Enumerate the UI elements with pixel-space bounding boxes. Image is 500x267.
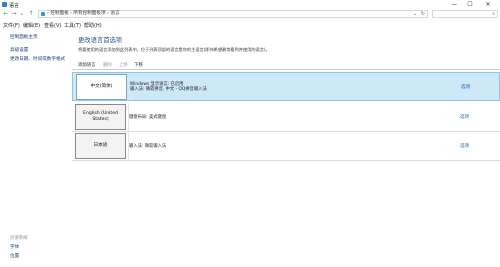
recent-locations-chevron-icon[interactable]: ⌄ bbox=[18, 10, 26, 18]
language-row-japanese[interactable]: 日本語 输入法: 微软输入法 选项 bbox=[72, 132, 500, 161]
language-app-icon bbox=[2, 2, 7, 7]
language-details: Windows 显示语言: 已启用 输入法: 微软拼音, 中文 - QQ拼音输入… bbox=[130, 82, 207, 92]
options-link[interactable]: 选项 bbox=[460, 143, 469, 149]
options-link[interactable]: 选项 bbox=[461, 84, 470, 90]
minimize-button[interactable]: — bbox=[447, 0, 461, 9]
sidebar-link-date-time-format[interactable]: 更改日期、时间或数字格式 bbox=[10, 56, 65, 62]
maximize-button[interactable]: ☐ bbox=[463, 0, 477, 9]
sidebar-link-control-panel-home[interactable]: 控制面板主页 bbox=[10, 34, 38, 40]
sidebar-link-location[interactable]: 位置 bbox=[10, 253, 19, 259]
close-button[interactable]: ✕ bbox=[481, 0, 495, 9]
chevron-down-icon[interactable]: ⌄ bbox=[413, 11, 417, 17]
language-details: 键盘布局: 美式键盘 bbox=[129, 115, 166, 120]
language-toolbar: 添加语言 删除 上移 下移 bbox=[72, 60, 500, 70]
main-panel: 更改语言首选项 将要使用的语言添加到此列表中。位于列表顶部的语言是你的主语言(即… bbox=[72, 30, 500, 267]
sidebar-link-advanced-settings[interactable]: 高级设置 bbox=[10, 47, 28, 53]
sidebar: 控制面板主页 高级设置 更改日期、时间或数字格式 另请参阅 字体 位置 bbox=[0, 30, 72, 267]
page-title: 更改语言首选项 bbox=[78, 37, 123, 44]
sidebar-link-fonts[interactable]: 字体 bbox=[10, 244, 19, 250]
language-tile[interactable]: 中文(简体) bbox=[76, 74, 127, 100]
page-description: 将要使用的语言添加到此列表中。位于列表顶部的语言是你的主语言(即你希望最常看到并… bbox=[78, 47, 270, 52]
language-detail-line: 输入法: 微软拼音, 中文 - QQ拼音输入法 bbox=[130, 87, 207, 92]
move-down-button[interactable]: 下移 bbox=[134, 62, 143, 68]
see-also-heading: 另请参阅 bbox=[10, 236, 28, 241]
refresh-icon[interactable]: ↻ bbox=[421, 11, 425, 17]
control-panel-icon bbox=[41, 12, 45, 16]
language-detail-line: 输入法: 微软输入法 bbox=[129, 144, 167, 149]
menu-view[interactable]: 查看(V) bbox=[44, 22, 61, 29]
up-arrow-icon[interactable]: ↑ bbox=[27, 10, 35, 18]
language-details: 输入法: 微软输入法 bbox=[129, 144, 166, 149]
remove-button[interactable]: 删除 bbox=[103, 62, 112, 68]
add-language-button[interactable]: 添加语言 bbox=[78, 62, 96, 68]
menu-bar: 文件(F) 编辑(E) 查看(V) 工具(T) 帮助(H) bbox=[0, 20, 500, 29]
options-link[interactable]: 选项 bbox=[460, 114, 469, 120]
language-tile[interactable]: 日本語 bbox=[75, 133, 126, 159]
move-up-button[interactable]: 上移 bbox=[119, 62, 128, 68]
language-row-chinese-simplified[interactable]: 中文(简体) Windows 显示语言: 已启用 输入法: 微软拼音, 中文 -… bbox=[72, 72, 500, 101]
menu-file[interactable]: 文件(F) bbox=[3, 22, 20, 29]
navigation-bar: ← → ⌄ ↑ › 控制面板 › 所有控制面板项 › 语言 ⌄ ↻ ⌕ bbox=[0, 9, 500, 19]
breadcrumb[interactable]: › 控制面板 › 所有控制面板项 › 语言 bbox=[47, 11, 120, 17]
window-title: 语言 bbox=[9, 3, 20, 9]
menu-help[interactable]: 帮助(H) bbox=[84, 22, 102, 29]
menu-tools[interactable]: 工具(T) bbox=[64, 22, 81, 29]
forward-arrow-icon[interactable]: → bbox=[10, 10, 18, 18]
address-bar[interactable]: › 控制面板 › 所有控制面板项 › 语言 ⌄ ↻ bbox=[38, 10, 428, 18]
menu-edit[interactable]: 编辑(E) bbox=[23, 22, 40, 29]
back-arrow-icon[interactable]: ← bbox=[2, 10, 10, 18]
language-detail-line: 键盘布局: 美式键盘 bbox=[129, 115, 167, 120]
language-row-english-us[interactable]: English (United States) 键盘布局: 美式键盘 选项 bbox=[72, 103, 500, 132]
title-bar: 语言 — ☐ ✕ bbox=[0, 0, 500, 9]
language-tile[interactable]: English (United States) bbox=[75, 104, 126, 130]
search-icon: ⌕ bbox=[492, 11, 495, 17]
search-input[interactable]: ⌕ bbox=[432, 10, 498, 18]
